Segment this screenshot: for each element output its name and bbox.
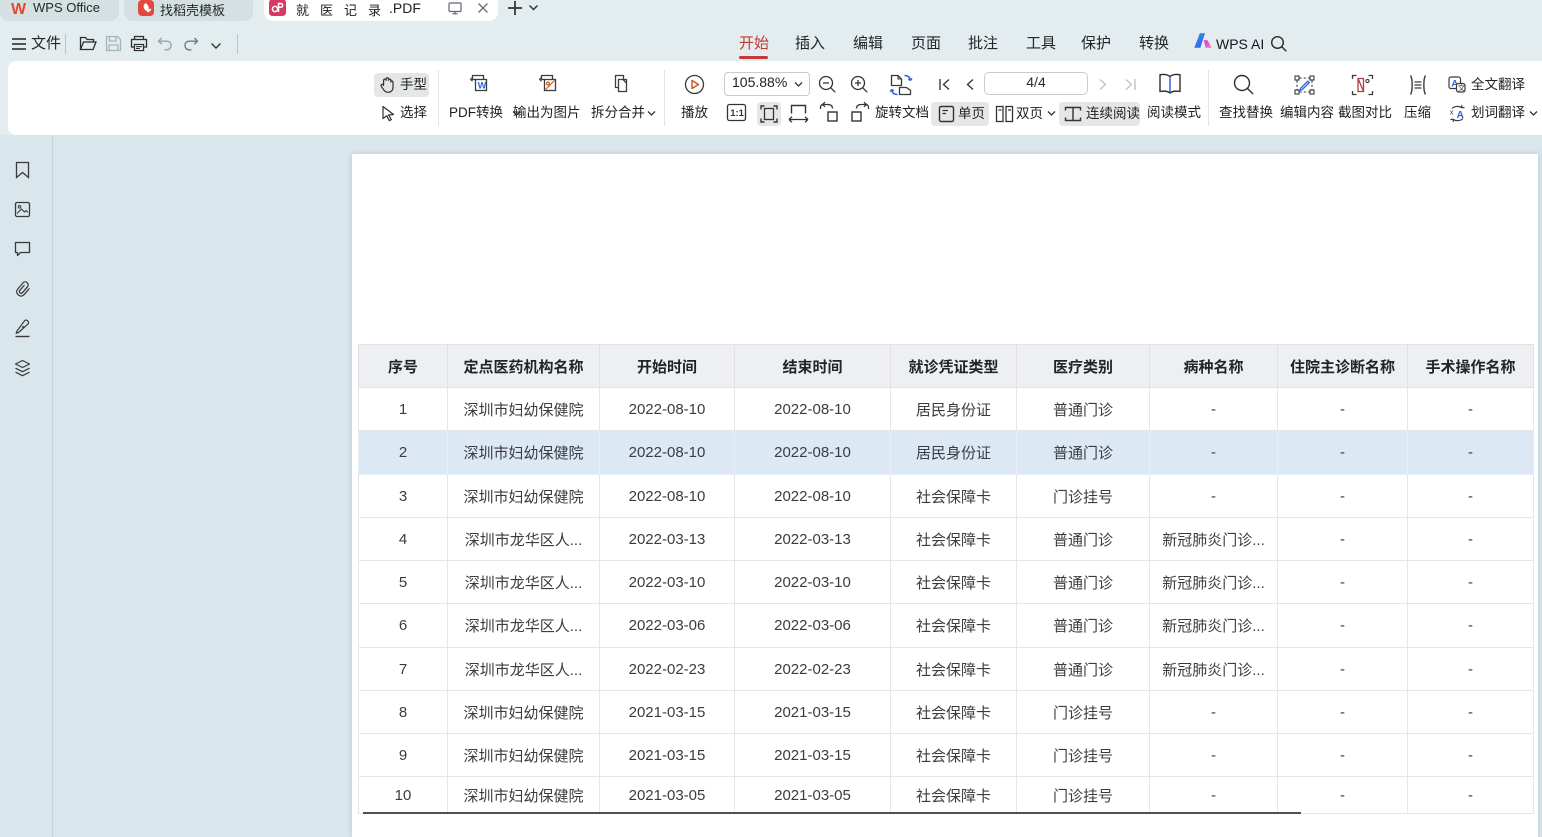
- svg-text:文: 文: [1458, 83, 1466, 94]
- svg-text:A: A: [1457, 110, 1464, 121]
- svg-text:W: W: [478, 81, 487, 91]
- svg-text:W: W: [11, 1, 27, 18]
- svg-text:1:1: 1:1: [730, 108, 744, 119]
- svg-text:x: x: [1450, 108, 1454, 117]
